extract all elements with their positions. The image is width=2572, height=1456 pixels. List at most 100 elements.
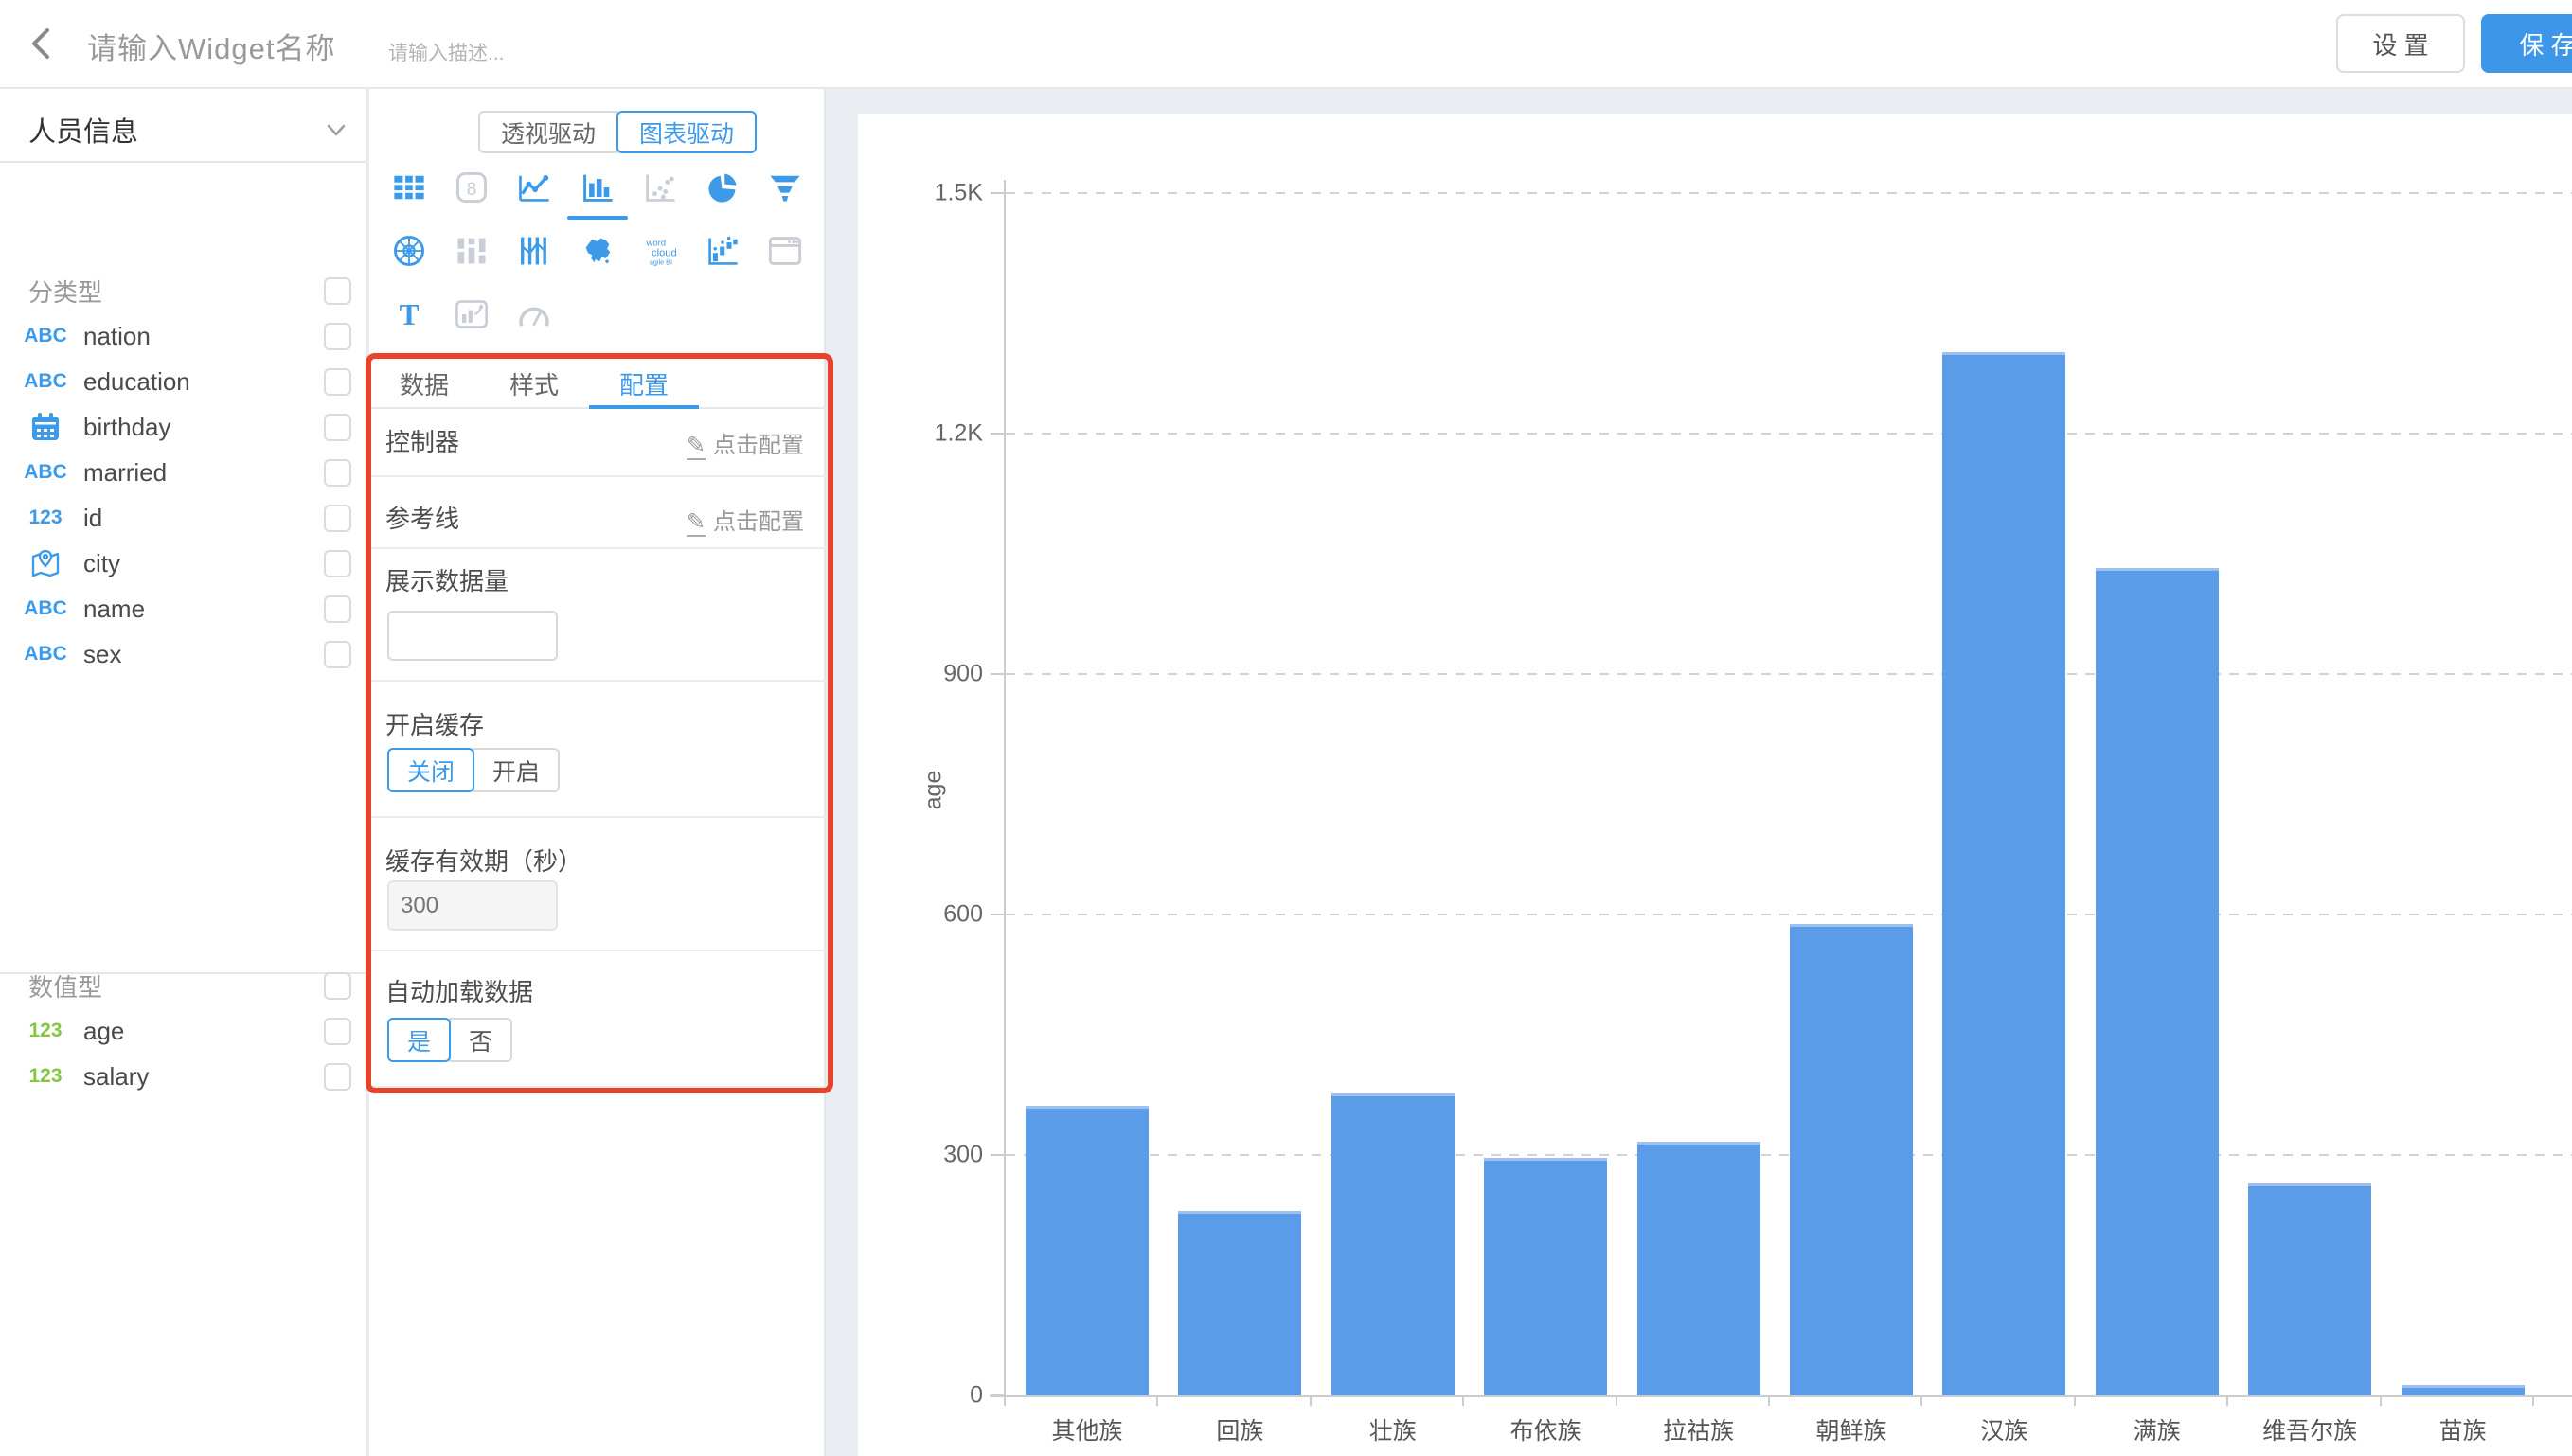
field-row-married[interactable]: ABCmarried (0, 450, 367, 495)
widget-title-input[interactable]: 请输入Widget名称 (87, 25, 335, 67)
bar-回族[interactable] (1178, 1211, 1301, 1395)
gridline (1006, 914, 2572, 915)
pie-icon[interactable] (702, 167, 743, 208)
mode-pivot-driven[interactable]: 透视驱动 (478, 111, 618, 153)
categorical-field-section: 分类型 ABCnationABCeducationbirthdayABCmarri… (0, 268, 367, 677)
x-axis-line (990, 1395, 2572, 1397)
tab-data[interactable]: 数据 (369, 360, 479, 407)
bar-朝鲜族[interactable] (1790, 924, 1913, 1395)
field-checkbox[interactable] (324, 505, 351, 532)
gauge-icon[interactable] (513, 293, 555, 335)
dataset-selector[interactable]: 人员信息 (0, 89, 366, 163)
rich-text-icon[interactable]: T (388, 293, 430, 335)
x-axis-category-label: 拉祜族 (1663, 1412, 1734, 1447)
section-checkbox[interactable] (324, 277, 351, 305)
gridline (1006, 192, 2572, 194)
field-row-city[interactable]: city (0, 541, 367, 586)
field-row-birthday[interactable]: birthday (0, 404, 367, 450)
active-tab-underline (589, 405, 699, 409)
cache-on-button[interactable]: 开启 (473, 748, 560, 792)
bar-拉祜族[interactable] (1637, 1142, 1760, 1395)
field-checkbox[interactable] (324, 550, 351, 577)
field-row-nation[interactable]: ABCnation (0, 313, 367, 359)
field-row-age[interactable]: 123age (0, 1008, 367, 1054)
line-chart-icon[interactable] (513, 167, 555, 208)
y-axis-tick-label: 900 (896, 661, 983, 688)
mode-toggle: 透视驱动 图表驱动 (478, 111, 757, 153)
section-checkbox[interactable] (324, 972, 351, 1000)
y-axis-tick-label: 300 (896, 1142, 983, 1169)
divider (369, 475, 826, 477)
x-axis-tick (1768, 1397, 1770, 1406)
x-axis-category-label: 苗族 (2439, 1412, 2487, 1447)
field-section-header: 数值型 (0, 963, 367, 1008)
x-axis-tick (1156, 1397, 1158, 1406)
bar-其他族[interactable] (1026, 1106, 1149, 1395)
auto-load-no-button[interactable]: 否 (449, 1018, 512, 1062)
widget-description-input[interactable]: 请输入描述... (388, 38, 505, 66)
field-checkbox[interactable] (324, 414, 351, 441)
field-checkbox[interactable] (324, 1018, 351, 1045)
bar-壮族[interactable] (1331, 1093, 1455, 1395)
dual-axis-icon[interactable] (451, 293, 492, 335)
field-checkbox[interactable] (324, 641, 351, 668)
field-section-label: 分类型 (28, 274, 324, 309)
y-axis-title: age (920, 734, 948, 847)
bar-汉族[interactable] (1942, 352, 2065, 1395)
field-name: married (83, 458, 324, 488)
bar-苗族[interactable] (2402, 1385, 2525, 1395)
field-row-salary[interactable]: 123salary (0, 1054, 367, 1099)
tab-config[interactable]: 配置 (589, 360, 699, 407)
table-icon[interactable] (388, 167, 430, 208)
china-map-icon[interactable] (577, 230, 618, 272)
field-row-sex[interactable]: ABCsex (0, 631, 367, 677)
reference-line-configure-button[interactable]: ✎点击配置 (687, 503, 804, 536)
edit-pencil-icon: ✎ (687, 433, 706, 460)
save-button[interactable]: 保 存 (2481, 14, 2572, 73)
divider (369, 816, 826, 818)
number-type-icon: 123 (22, 506, 69, 529)
cache-expire-input[interactable] (387, 880, 558, 931)
radar-icon[interactable] (388, 230, 430, 272)
field-checkbox[interactable] (324, 1063, 351, 1091)
field-checkbox[interactable] (324, 323, 351, 350)
bar-chart-icon[interactable] (577, 167, 618, 208)
x-axis-tick (2532, 1397, 2534, 1406)
display-count-input[interactable] (387, 611, 558, 661)
cache-off-button[interactable]: 关闭 (387, 748, 474, 792)
gridline (1006, 433, 2572, 435)
funnel-icon[interactable] (764, 167, 806, 208)
auto-load-yes-button[interactable]: 是 (387, 1018, 451, 1062)
field-row-name[interactable]: ABCname (0, 586, 367, 631)
field-checkbox[interactable] (324, 595, 351, 623)
scorecard-icon[interactable]: 8 (451, 167, 492, 208)
reference-line-label: 参考线 (385, 500, 459, 535)
tab-style[interactable]: 样式 (479, 360, 589, 407)
parallel-icon[interactable] (513, 230, 555, 272)
word-cloud-icon[interactable]: wordcloudagile BI (639, 230, 681, 272)
field-name: city (83, 549, 324, 578)
field-row-education[interactable]: ABCeducation (0, 359, 367, 404)
x-axis-category-label: 布依族 (1510, 1412, 1581, 1447)
cache-expire-label: 缓存有效期（秒） (385, 843, 582, 878)
controller-configure-button[interactable]: ✎点击配置 (687, 426, 804, 459)
bar-布依族[interactable] (1484, 1158, 1607, 1395)
top-header: 请输入Widget名称 请输入描述... 设 置 保 存 (0, 0, 2572, 89)
x-axis-category-label: 回族 (1216, 1412, 1263, 1447)
bar-满族[interactable] (2096, 568, 2219, 1395)
field-checkbox[interactable] (324, 368, 351, 396)
sankey-icon[interactable] (451, 230, 492, 272)
mode-chart-driven[interactable]: 图表驱动 (616, 111, 757, 153)
back-button[interactable] (21, 23, 63, 64)
scatter-icon[interactable] (639, 167, 681, 208)
field-row-id[interactable]: 123id (0, 495, 367, 541)
iframe-icon[interactable] (764, 230, 806, 272)
y-axis-line (1004, 180, 1006, 1397)
settings-button[interactable]: 设 置 (2336, 14, 2465, 73)
y-axis-tick (991, 433, 1004, 435)
cache-label: 开启缓存 (385, 706, 484, 741)
gridline (1006, 1154, 2572, 1156)
waterfall-icon[interactable] (702, 230, 743, 272)
field-checkbox[interactable] (324, 459, 351, 487)
bar-维吾尔族[interactable] (2248, 1183, 2371, 1395)
